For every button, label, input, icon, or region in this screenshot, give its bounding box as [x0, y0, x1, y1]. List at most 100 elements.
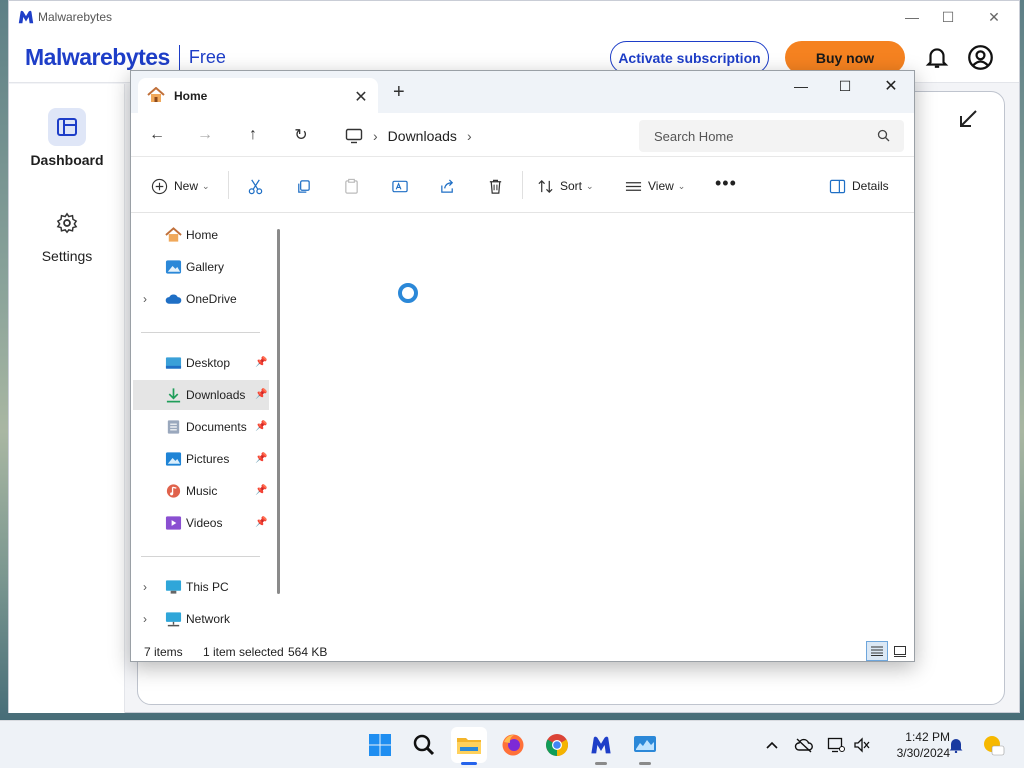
refresh-button[interactable]: ↻	[285, 123, 317, 147]
chevron-right-icon[interactable]: ›	[467, 128, 472, 144]
chrome-icon	[546, 734, 568, 756]
new-tab-button[interactable]: +	[393, 81, 405, 104]
delete-button[interactable]	[487, 174, 510, 198]
scissors-icon	[248, 179, 263, 194]
paste-icon	[345, 178, 358, 194]
sidebar-item-dashboard[interactable]: Dashboard	[9, 108, 125, 168]
weather-widget[interactable]	[980, 734, 1006, 756]
chevron-right-icon: ›	[373, 128, 378, 144]
explorer-tab-bar: Home ✕ + — ☐ ✕	[131, 71, 914, 113]
file-explorer-icon	[457, 738, 481, 754]
nav-item-pictures[interactable]: Pictures 📌	[133, 444, 269, 474]
view-lines-icon	[625, 181, 642, 191]
expand-chevron-icon[interactable]: ›	[143, 292, 147, 306]
nav-item-this-pc[interactable]: › This PC	[133, 572, 269, 602]
downloads-icon	[166, 388, 181, 403]
view-button[interactable]: View ⌄	[625, 174, 685, 198]
close-button[interactable]: ✕	[971, 1, 1017, 33]
nav-item-downloads[interactable]: Downloads 📌	[133, 380, 269, 410]
nav-label: Music	[186, 484, 218, 498]
cloud-icon	[165, 294, 182, 304]
cut-button[interactable]	[247, 174, 270, 198]
firefox-icon	[502, 734, 524, 756]
search-input[interactable]: Search Home	[639, 120, 904, 152]
breadcrumb[interactable]: › Downloads ›	[341, 122, 636, 150]
clock[interactable]: 1:42 PM 3/30/2024	[878, 729, 950, 761]
nav-item-home[interactable]: Home	[133, 220, 269, 250]
active-indicator	[461, 762, 477, 765]
file-list-area[interactable]	[286, 213, 914, 639]
explorer-close-button[interactable]: ✕	[868, 71, 914, 101]
nav-item-desktop[interactable]: Desktop 📌	[133, 348, 269, 378]
malwarebytes-logo-icon	[18, 10, 34, 24]
tiles-view-button[interactable]	[889, 641, 911, 661]
search-icon	[877, 129, 890, 142]
taskbar-chrome[interactable]	[539, 727, 575, 763]
nav-item-gallery[interactable]: Gallery	[133, 252, 269, 282]
nav-item-music[interactable]: Music 📌	[133, 476, 269, 506]
explorer-minimize-button[interactable]: —	[778, 71, 824, 101]
taskbar-firefox[interactable]	[495, 727, 531, 763]
status-bar: 7 items 1 item selected 564 KB	[131, 639, 914, 663]
notifications-bell-icon[interactable]	[924, 44, 950, 70]
details-label: Details	[852, 179, 889, 193]
tab-home[interactable]: Home ✕	[138, 78, 378, 113]
divider	[141, 332, 260, 333]
nav-item-documents[interactable]: Documents 📌	[133, 412, 269, 442]
brand: Malwarebytes Free	[25, 44, 226, 71]
copy-icon	[298, 179, 310, 193]
monitor-icon	[827, 737, 845, 753]
malwarebytes-icon	[591, 736, 611, 754]
explorer-maximize-button[interactable]: ☐	[822, 71, 868, 101]
nav-item-network[interactable]: › Network	[133, 604, 269, 634]
windows-start-icon	[369, 734, 391, 756]
back-button[interactable]: ←	[141, 123, 173, 147]
show-hidden-icons-button[interactable]	[762, 734, 782, 756]
sort-label: Sort	[560, 179, 583, 193]
taskbar-monitor-app[interactable]	[627, 727, 663, 765]
start-button[interactable]	[362, 727, 398, 763]
share-button[interactable]	[439, 174, 462, 198]
navigation-scrollbar[interactable]	[277, 229, 280, 594]
file-explorer-window: Home ✕ + — ☐ ✕ ← → ↑ ↻ › Downloads › Sea…	[130, 70, 915, 662]
maximize-button[interactable]: ☐	[925, 1, 971, 33]
copy-button[interactable]	[295, 174, 318, 198]
paste-button[interactable]	[343, 174, 366, 198]
nav-label: Network	[186, 612, 231, 626]
divider	[522, 171, 523, 199]
new-button[interactable]: New ⌄	[151, 174, 210, 198]
breadcrumb-location[interactable]: Downloads	[388, 128, 457, 144]
collapse-arrow-icon[interactable]	[957, 108, 979, 130]
sidebar-item-settings[interactable]: Settings	[9, 204, 125, 264]
new-label: New	[174, 179, 199, 193]
monitor-app-icon	[634, 736, 656, 752]
nav-label: Gallery	[186, 260, 225, 274]
expand-chevron-icon[interactable]: ›	[143, 612, 147, 626]
account-icon[interactable]	[967, 44, 994, 71]
expand-chevron-icon[interactable]: ›	[143, 580, 147, 594]
taskbar-file-explorer[interactable]	[451, 727, 487, 765]
notifications-tray[interactable]	[946, 734, 966, 756]
onedrive-tray[interactable]	[794, 734, 814, 756]
home-icon	[147, 87, 165, 102]
taskbar-malwarebytes[interactable]	[583, 727, 619, 765]
close-tab-button[interactable]: ✕	[352, 87, 370, 107]
gallery-icon	[165, 260, 182, 274]
pin-icon: 📌	[255, 485, 268, 496]
chevron-up-icon	[766, 741, 778, 749]
forward-button[interactable]: →	[189, 123, 221, 147]
navigation-pane: Home Gallery › OneDrive Desktop 📌 Downlo…	[131, 213, 286, 639]
display-tray[interactable]	[826, 734, 846, 756]
taskbar-search-button[interactable]	[406, 727, 442, 763]
nav-item-onedrive[interactable]: › OneDrive	[133, 284, 269, 314]
music-icon	[166, 484, 181, 498]
more-options-button[interactable]: •••	[715, 171, 737, 195]
nav-label: Videos	[186, 516, 223, 530]
rename-button[interactable]	[391, 174, 415, 198]
volume-tray[interactable]	[852, 734, 872, 756]
nav-item-videos[interactable]: Videos 📌	[133, 508, 269, 538]
sort-button[interactable]: Sort ⌄	[537, 174, 594, 198]
up-button[interactable]: ↑	[237, 123, 269, 147]
details-button[interactable]: Details	[829, 174, 889, 198]
details-view-button[interactable]	[866, 641, 888, 661]
